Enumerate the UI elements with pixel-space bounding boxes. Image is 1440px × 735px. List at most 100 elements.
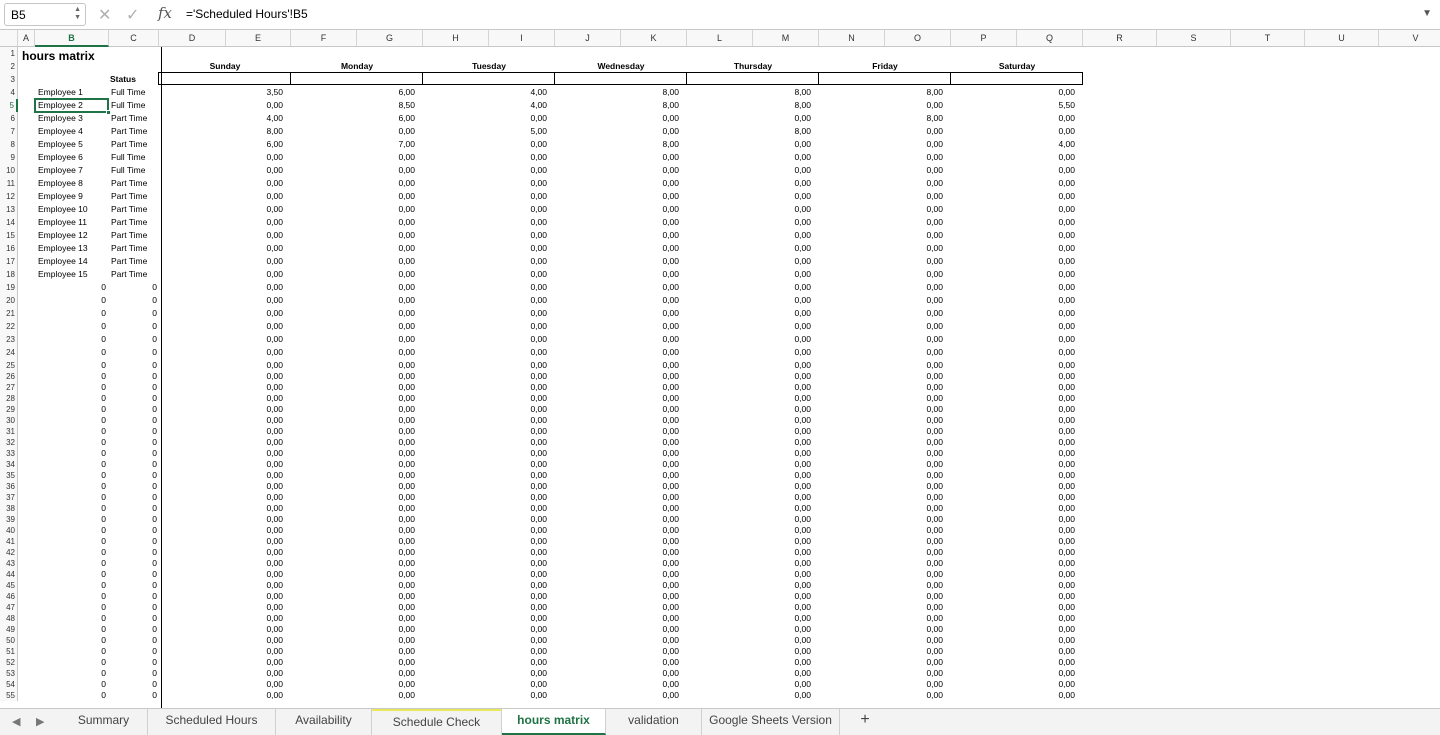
empty-c-cell[interactable]: 0 bbox=[109, 591, 157, 602]
hours-cell[interactable]: 0,00 bbox=[885, 393, 943, 404]
hours-cell[interactable]: 0,00 bbox=[489, 569, 547, 580]
empty-c-cell[interactable]: 0 bbox=[109, 470, 157, 481]
row-header-8[interactable]: 8 bbox=[0, 138, 18, 151]
employee-name[interactable]: Employee 9 bbox=[38, 190, 108, 203]
hours-cell[interactable]: 0,00 bbox=[1017, 492, 1075, 503]
column-header-J[interactable]: J bbox=[555, 30, 621, 47]
hours-cell[interactable]: 0,00 bbox=[226, 203, 283, 216]
hours-cell[interactable]: 0,00 bbox=[226, 164, 283, 177]
empty-c-cell[interactable]: 0 bbox=[109, 525, 157, 536]
column-header-B[interactable]: B bbox=[35, 30, 109, 47]
hours-cell[interactable]: 0,00 bbox=[621, 255, 679, 268]
hours-cell[interactable]: 0,00 bbox=[357, 547, 415, 558]
hours-cell[interactable]: 0,00 bbox=[753, 426, 811, 437]
empty-b-cell[interactable]: 0 bbox=[35, 624, 106, 635]
hours-cell[interactable]: 0,00 bbox=[226, 294, 283, 307]
hours-cell[interactable]: 0,00 bbox=[1017, 346, 1075, 359]
hours-cell[interactable]: 0,00 bbox=[357, 164, 415, 177]
hours-cell[interactable]: 0,00 bbox=[885, 346, 943, 359]
hours-cell[interactable]: 0,00 bbox=[621, 679, 679, 690]
hours-cell[interactable]: 0,00 bbox=[489, 393, 547, 404]
hours-cell[interactable]: 0,00 bbox=[357, 393, 415, 404]
hours-cell[interactable]: 0,00 bbox=[885, 371, 943, 382]
row-header-42[interactable]: 42 bbox=[0, 547, 18, 558]
hours-cell[interactable]: 0,00 bbox=[885, 668, 943, 679]
hours-cell[interactable]: 0,00 bbox=[357, 668, 415, 679]
hours-cell[interactable]: 0,00 bbox=[489, 382, 547, 393]
column-header-U[interactable]: U bbox=[1305, 30, 1379, 47]
empty-b-cell[interactable]: 0 bbox=[35, 503, 106, 514]
hours-cell[interactable]: 0,00 bbox=[489, 690, 547, 701]
empty-b-cell[interactable]: 0 bbox=[35, 448, 106, 459]
row-header-45[interactable]: 45 bbox=[0, 580, 18, 591]
check-icon[interactable]: ✓ bbox=[126, 5, 139, 25]
hours-cell[interactable]: 0,00 bbox=[357, 203, 415, 216]
hours-cell[interactable]: 0,00 bbox=[357, 307, 415, 320]
hours-cell[interactable]: 0,00 bbox=[1017, 125, 1075, 138]
hours-cell[interactable]: 0,00 bbox=[753, 371, 811, 382]
hours-cell[interactable]: 0,00 bbox=[226, 613, 283, 624]
hours-cell[interactable]: 0,00 bbox=[621, 426, 679, 437]
sheet-tab-hours-matrix[interactable]: hours matrix bbox=[502, 709, 606, 735]
hours-cell[interactable]: 0,00 bbox=[621, 448, 679, 459]
hours-cell[interactable]: 0,00 bbox=[357, 602, 415, 613]
hours-cell[interactable]: 0,00 bbox=[226, 242, 283, 255]
employee-status[interactable]: Part Time bbox=[111, 203, 159, 216]
hours-cell[interactable]: 0,00 bbox=[885, 613, 943, 624]
empty-b-cell[interactable]: 0 bbox=[35, 514, 106, 525]
hours-cell[interactable]: 0,00 bbox=[357, 679, 415, 690]
empty-b-cell[interactable]: 0 bbox=[35, 307, 106, 320]
hours-cell[interactable]: 0,00 bbox=[753, 307, 811, 320]
row-header-21[interactable]: 21 bbox=[0, 307, 18, 320]
hours-cell[interactable]: 0,00 bbox=[489, 591, 547, 602]
row-header-41[interactable]: 41 bbox=[0, 536, 18, 547]
hours-cell[interactable]: 5,00 bbox=[489, 125, 547, 138]
hours-cell[interactable]: 0,00 bbox=[885, 569, 943, 580]
employee-status[interactable]: Part Time bbox=[111, 216, 159, 229]
hours-cell[interactable]: 0,00 bbox=[226, 320, 283, 333]
hours-cell[interactable]: 0,00 bbox=[621, 320, 679, 333]
hours-cell[interactable]: 0,00 bbox=[885, 602, 943, 613]
column-header-P[interactable]: P bbox=[951, 30, 1017, 47]
hours-cell[interactable]: 0,00 bbox=[226, 415, 283, 426]
row-header-33[interactable]: 33 bbox=[0, 448, 18, 459]
hours-cell[interactable]: 0,00 bbox=[357, 242, 415, 255]
employee-status[interactable]: Full Time bbox=[111, 151, 159, 164]
row-header-12[interactable]: 12 bbox=[0, 190, 18, 203]
empty-b-cell[interactable]: 0 bbox=[35, 668, 106, 679]
hours-cell[interactable]: 0,00 bbox=[489, 624, 547, 635]
employee-status[interactable]: Part Time bbox=[111, 229, 159, 242]
hours-cell[interactable]: 0,00 bbox=[489, 307, 547, 320]
hours-cell[interactable]: 0,00 bbox=[753, 690, 811, 701]
row-header-6[interactable]: 6 bbox=[0, 112, 18, 125]
hours-cell[interactable]: 0,00 bbox=[1017, 333, 1075, 346]
hours-cell[interactable]: 6,00 bbox=[357, 112, 415, 125]
hours-cell[interactable]: 0,00 bbox=[489, 492, 547, 503]
empty-b-cell[interactable]: 0 bbox=[35, 569, 106, 580]
column-header-A[interactable]: A bbox=[18, 30, 35, 47]
hours-cell[interactable]: 0,00 bbox=[489, 404, 547, 415]
hours-cell[interactable]: 0,00 bbox=[226, 547, 283, 558]
hours-cell[interactable]: 0,00 bbox=[226, 151, 283, 164]
hours-cell[interactable]: 0,00 bbox=[357, 229, 415, 242]
hours-cell[interactable]: 0,00 bbox=[753, 613, 811, 624]
hours-cell[interactable]: 0,00 bbox=[226, 346, 283, 359]
hours-cell[interactable]: 0,00 bbox=[621, 536, 679, 547]
hours-cell[interactable]: 0,00 bbox=[226, 99, 283, 112]
row-header-4[interactable]: 4 bbox=[0, 86, 18, 99]
hours-cell[interactable]: 0,00 bbox=[885, 470, 943, 481]
hours-cell[interactable]: 0,00 bbox=[885, 514, 943, 525]
hours-cell[interactable]: 0,00 bbox=[621, 371, 679, 382]
hours-cell[interactable]: 0,00 bbox=[357, 635, 415, 646]
hours-cell[interactable]: 0,00 bbox=[489, 415, 547, 426]
sheet-tab-scheduled-hours[interactable]: Scheduled Hours bbox=[148, 709, 276, 735]
hours-cell[interactable]: 0,00 bbox=[489, 525, 547, 536]
hours-cell[interactable]: 0,00 bbox=[357, 470, 415, 481]
hours-cell[interactable]: 0,00 bbox=[885, 536, 943, 547]
hours-cell[interactable]: 0,00 bbox=[885, 177, 943, 190]
empty-c-cell[interactable]: 0 bbox=[109, 393, 157, 404]
hours-cell[interactable]: 0,00 bbox=[489, 294, 547, 307]
hours-cell[interactable]: 0,00 bbox=[226, 333, 283, 346]
hours-cell[interactable]: 0,00 bbox=[753, 229, 811, 242]
hours-cell[interactable]: 0,00 bbox=[1017, 281, 1075, 294]
